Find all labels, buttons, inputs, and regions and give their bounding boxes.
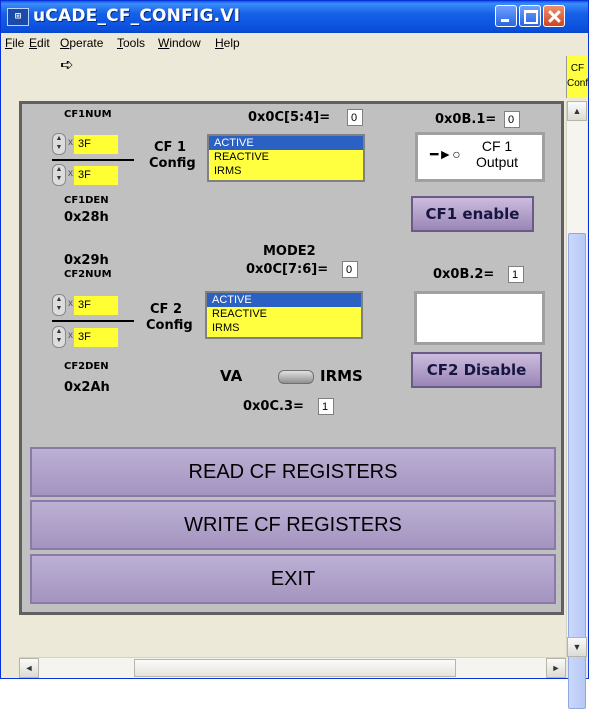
cf1-num-value[interactable]: 3F (74, 135, 118, 154)
cf1-num-increment-icon[interactable]: ▲ ▼ (52, 133, 66, 155)
cf1-option-active[interactable]: ACTIVE (209, 136, 363, 150)
cf1-den-label: CF1DEN (64, 195, 109, 206)
cf2-reg-label: 0x0C[7:6]= (246, 262, 329, 277)
scroll-left-icon[interactable]: ◄ (19, 658, 39, 678)
scroll-up-icon[interactable]: ▲ (567, 101, 587, 121)
cf1-output-indicator: ━►○ CF 1 Output (415, 132, 545, 182)
menu-file[interactable]: File (5, 36, 24, 50)
menu-operate-label: perate (69, 36, 104, 50)
menu-help-label: elp (223, 36, 240, 50)
cf2-option-active[interactable]: ACTIVE (207, 293, 361, 307)
cf1-out-label: 0x0B.1= (435, 112, 497, 127)
cf2-out-label: 0x0B.2= (433, 267, 495, 282)
cf2-den-label: CF2DEN (64, 361, 109, 372)
scroll-right-icon[interactable]: ► (546, 658, 566, 678)
menu-edit[interactable]: Edit (29, 36, 50, 50)
mode-switch-right-label: IRMS (320, 367, 363, 385)
cf2-config-line2: Config (146, 318, 193, 333)
cf2-option-reactive[interactable]: REACTIVE (207, 307, 361, 321)
cf2-out-value: 1 (508, 266, 524, 283)
cf1-config-line2: Config (149, 156, 196, 171)
mode-switch-left-label: VA (220, 367, 243, 385)
mode-switch-reg-value: 1 (318, 398, 334, 415)
mode-switch-reg-label: 0x0C.3= (243, 399, 304, 414)
menu-tools[interactable]: Tools (117, 36, 145, 50)
window-title: uCADE_CF_CONFIG.VI (33, 6, 241, 26)
menu-window[interactable]: Window (158, 36, 201, 50)
cf1-mode-listbox[interactable]: ACTIVE REACTIVE IRMS (207, 134, 365, 182)
cf2-disable-button[interactable]: CF2 Disable (411, 352, 542, 388)
exit-button[interactable]: EXIT (30, 554, 556, 604)
cf1-reg-label: 0x0C[5:4]= (248, 110, 331, 125)
app-window: ⊞ uCADE_CF_CONFIG.VI File Edit Operate T… (0, 0, 589, 709)
horizontal-scrollbar[interactable]: ◄ ► (19, 657, 566, 678)
menu-help-accel: H (215, 36, 224, 50)
front-panel: CF1NUM ▲ ▼ x 3F ▲ ▼ x 3F CF1DEN 0x28h CF 1… (19, 101, 564, 615)
cf2-num-value[interactable]: 3F (74, 296, 118, 315)
cf-tag-line2: Config (567, 78, 589, 89)
cf-tag-line1: CF (570, 63, 585, 74)
cf2-mode-label: MODE2 (263, 244, 316, 259)
menu-edit-label: dit (37, 36, 50, 50)
cf2-option-irms[interactable]: IRMS (207, 321, 361, 335)
close-button[interactable] (543, 5, 565, 27)
menu-edit-accel: E (29, 36, 38, 50)
labview-vi-icon: ⊞ (7, 8, 29, 26)
vertical-scrollbar[interactable]: ▲ ▼ (566, 101, 587, 709)
cf1-enable-button[interactable]: CF1 enable (411, 196, 534, 232)
title-bar[interactable]: ⊞ uCADE_CF_CONFIG.VI (1, 1, 588, 33)
cf2-fraction-line (52, 320, 134, 322)
cf1-indicator-line2: Output (476, 154, 519, 170)
led-arrow-icon: ━►○ (430, 146, 461, 162)
cf2-num-increment-icon[interactable]: ▲ ▼ (52, 294, 66, 316)
cf1-indicator-label: CF 1 Output (476, 138, 518, 170)
cf1-num-label: CF1NUM (64, 109, 112, 120)
menu-window-label: indow (169, 36, 201, 50)
cf1-den-stepper[interactable]: ▲ ▼ x 3F (52, 164, 118, 186)
menu-bar: File Edit Operate Tools Window Help (1, 33, 588, 55)
toolbar: ➪ (1, 55, 588, 101)
menu-file-label: ile (12, 36, 25, 50)
cf2-reg-value: 0 (342, 261, 358, 278)
menu-window-accel: W (158, 36, 170, 50)
cf2-den-increment-icon[interactable]: ▲ ▼ (52, 326, 66, 348)
cf2-den-value[interactable]: 3F (74, 328, 118, 347)
write-cf-registers-button[interactable]: WRITE CF REGISTERS (30, 500, 556, 550)
cf1-num-stepper[interactable]: ▲ ▼ x 3F (52, 133, 118, 155)
run-arrow-icon[interactable]: ➪ (55, 55, 79, 77)
cf1-reg-value: 0 (347, 109, 363, 126)
menu-help[interactable]: Help (215, 36, 240, 50)
maximize-button[interactable] (519, 5, 541, 27)
cf1-out-value: 0 (504, 111, 520, 128)
cf1-option-reactive[interactable]: REACTIVE (209, 150, 363, 164)
cf1-den-increment-icon[interactable]: ▲ ▼ (52, 164, 66, 186)
cf2-den-addr: 0x2Ah (64, 380, 110, 395)
cf1-fraction-line (52, 159, 134, 161)
cf2-num-label: CF2NUM (64, 269, 112, 280)
scroll-down-icon[interactable]: ▼ (567, 637, 587, 657)
cf2-num-stepper[interactable]: ▲ ▼ x 3F (52, 294, 118, 316)
horizontal-scroll-thumb[interactable] (134, 659, 456, 677)
cf1-option-irms[interactable]: IRMS (209, 164, 363, 178)
minimize-button[interactable] (495, 5, 517, 27)
menu-tools-label: ools (123, 36, 146, 50)
cf-config-tag: CF Config (566, 56, 589, 98)
cf2-config-line1: CF 2 (150, 302, 182, 317)
cf1-config-line1: CF 1 (154, 140, 186, 155)
cf2-mode-listbox[interactable]: ACTIVE REACTIVE IRMS (205, 291, 363, 339)
cf2-den-stepper[interactable]: ▲ ▼ x 3F (52, 326, 118, 348)
cf1-den-value[interactable]: 3F (74, 166, 118, 185)
cf2-num-addr: 0x29h (64, 253, 109, 268)
cf1-indicator-line1: CF 1 (481, 138, 513, 154)
menu-operate[interactable]: Operate (60, 36, 103, 50)
cf2-output-indicator (414, 291, 545, 345)
cf1-den-addr: 0x28h (64, 210, 109, 225)
menu-operate-accel: O (60, 36, 70, 50)
read-cf-registers-button[interactable]: READ CF REGISTERS (30, 447, 556, 497)
va-irms-toggle-switch[interactable] (278, 370, 314, 384)
